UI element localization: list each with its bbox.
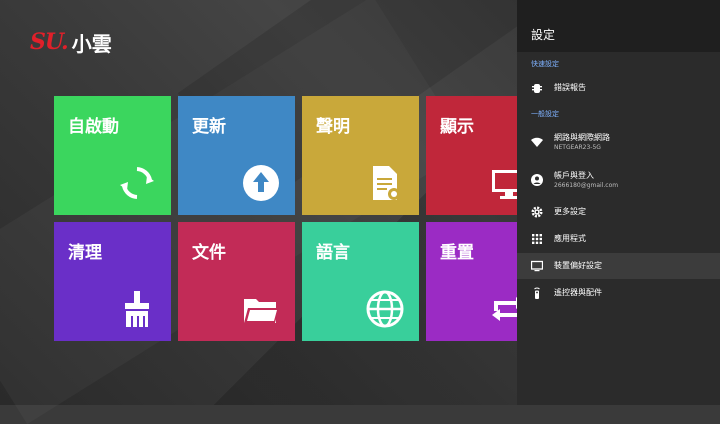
broom-icon <box>125 291 149 327</box>
tile-label: 顯示 <box>440 117 474 137</box>
globe-icon <box>366 290 404 328</box>
tile-label: 語言 <box>316 243 350 263</box>
tile-statement[interactable]: 聲明 <box>302 96 419 215</box>
section-quick: 快速設定 <box>531 60 559 68</box>
section-general: 一般設定 <box>531 110 559 118</box>
tile-label: 文件 <box>192 243 226 263</box>
tile-reset[interactable]: 重置 <box>426 222 524 341</box>
item-label: 遙控器與配件 <box>554 288 602 297</box>
settings-item-remotes[interactable]: 遙控器與配件 <box>517 280 720 306</box>
account-icon <box>531 174 543 186</box>
wifi-icon <box>531 137 543 147</box>
tile-label: 重置 <box>440 243 474 263</box>
tile-files[interactable]: 文件 <box>178 222 295 341</box>
gear-icon <box>531 206 543 218</box>
tile-clean[interactable]: 清理 <box>54 222 171 341</box>
item-label: 應用程式 <box>554 234 586 243</box>
item-label: 裝置偏好設定 <box>554 261 602 270</box>
item-label: 網路與網際網路 <box>554 133 610 142</box>
tv-icon <box>531 260 543 272</box>
item-subtitle: 2666180@gmail.com <box>554 182 619 189</box>
tile-display[interactable]: 顯示 <box>426 96 526 215</box>
apps-icon <box>532 234 542 244</box>
logo-mark: SU. <box>30 29 69 55</box>
bug-icon <box>532 84 542 93</box>
settings-item-apps[interactable]: 應用程式 <box>517 226 720 252</box>
remote-icon <box>534 287 540 299</box>
settings-item-account[interactable]: 帳戶與登入 2666180@gmail.com <box>517 164 720 196</box>
settings-item-more[interactable]: 更多設定 <box>517 199 720 225</box>
tile-label: 自啟動 <box>68 117 119 137</box>
tile-language[interactable]: 語言 <box>302 222 419 341</box>
tile-label: 清理 <box>68 243 102 263</box>
sync-icon <box>120 167 154 199</box>
logo-name: 小雲 <box>71 31 112 56</box>
settings-item-network[interactable]: 網路與網際網路 NETGEAR23-5G <box>517 126 720 158</box>
item-label: 更多設定 <box>554 207 586 216</box>
settings-title: 設定 <box>531 28 556 42</box>
app-logo: SU. 小雲 <box>30 28 112 56</box>
settings-item-bug-report[interactable]: 錯誤報告 <box>517 75 720 101</box>
settings-item-device-preferences[interactable]: 裝置偏好設定 <box>517 253 720 279</box>
upload-icon <box>243 165 279 201</box>
item-label: 錯誤報告 <box>554 83 586 92</box>
item-label: 帳戶與登入 <box>554 171 594 180</box>
settings-panel: 設定 快速設定 錯誤報告 一般設定 網路與網際網路 NETGEAR23-5G 帳… <box>517 0 720 405</box>
tile-label: 更新 <box>192 117 226 137</box>
folder-icon <box>244 299 279 323</box>
tile-update[interactable]: 更新 <box>178 96 295 215</box>
tile-autostart[interactable]: 自啟動 <box>54 96 171 215</box>
tile-grid: 自啟動 更新 聲明 顯示 清理 文件 語言 重置 <box>54 96 526 346</box>
tile-label: 聲明 <box>316 117 350 137</box>
item-subtitle: NETGEAR23-5G <box>554 144 601 151</box>
document-icon <box>373 166 400 200</box>
